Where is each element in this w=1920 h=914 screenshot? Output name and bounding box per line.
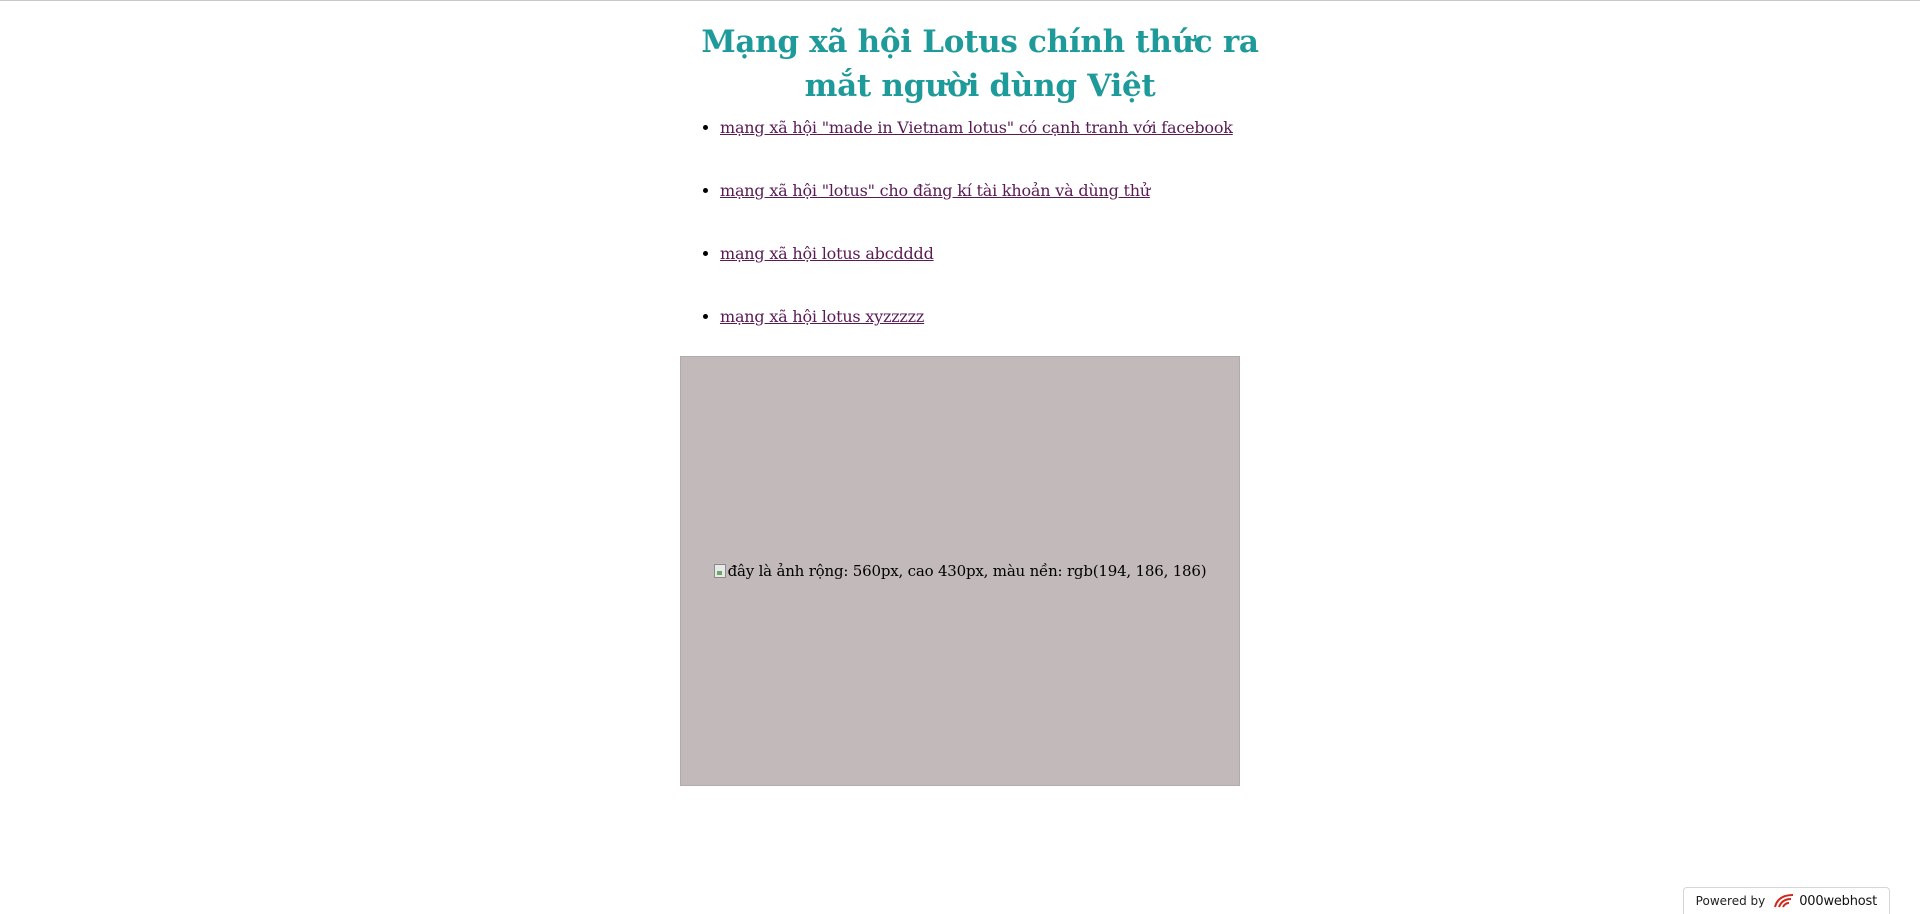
image-alt-text: đây là ảnh rộng: 560px, cao 430px, màu n… [727,562,1207,580]
powered-by-label: Powered by [1695,894,1766,908]
article-link[interactable]: mạng xã hội "made in Vietnam lotus" có c… [720,118,1233,137]
image-alt-text-wrapper: đây là ảnh rộng: 560px, cao 430px, màu n… [713,562,1207,580]
broken-image-icon [713,564,726,578]
article-content: Mạng xã hội Lotus chính thức ra mắt ngườ… [680,0,1259,366]
article-link-list: mạng xã hội "made in Vietnam lotus" có c… [680,114,1240,366]
list-item: mạng xã hội "made in Vietnam lotus" có c… [720,114,1240,177]
000webhost-logo-icon [1774,894,1794,908]
article-link[interactable]: mạng xã hội lotus abcdddd [720,244,934,263]
page-title: Mạng xã hội Lotus chính thức ra mắt ngườ… [701,24,1259,104]
list-item: mạng xã hội lotus abcdddd [720,240,1240,303]
powered-by-badge[interactable]: Powered by 000webhost [1682,887,1890,914]
article-link[interactable]: mạng xã hội "lotus" cho đăng kí tài khoả… [720,181,1150,200]
list-item: mạng xã hội "lotus" cho đăng kí tài khoả… [720,177,1240,240]
article-link[interactable]: mạng xã hội lotus xyzzzzz [720,307,924,326]
image-placeholder: đây là ảnh rộng: 560px, cao 430px, màu n… [680,356,1240,786]
brand-name: 000webhost [1799,893,1877,909]
